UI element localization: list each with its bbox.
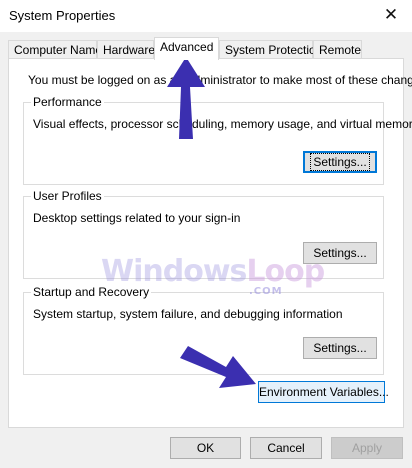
tab-advanced[interactable]: Advanced bbox=[154, 37, 219, 60]
system-properties-window: System Properties ✕ Computer Name Hardwa… bbox=[0, 0, 412, 468]
pointer-arrow-icon bbox=[180, 346, 256, 388]
